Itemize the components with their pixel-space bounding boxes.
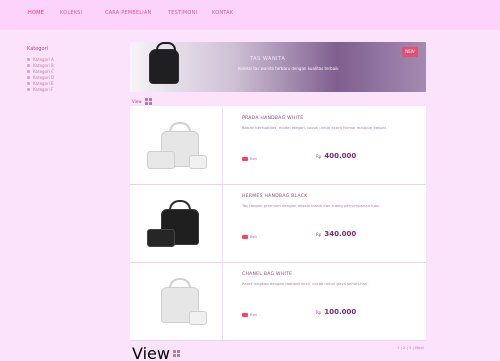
nav-cara-pembelian[interactable]: CARA PEMBELIAN [105,10,152,16]
banner-title: TAS WANITA [250,56,286,62]
handbag-icon [150,42,178,83]
bullet-icon [27,57,30,61]
price-value: 340.000 [324,230,357,238]
bottom-view-toggle[interactable]: View [132,344,180,361]
nav-kontak[interactable]: KONTAK [212,10,233,16]
promo-banner[interactable]: TAS WANITA Koleksi tas wanita terbaru de… [130,42,426,92]
banner-badge: NEW [402,47,418,57]
cart-icon [242,312,248,317]
price: Rp 100.000 [316,308,356,316]
cart-icon [242,234,248,239]
product-description: Bahan berkualitas, model elegan, cocok u… [242,125,387,130]
price-prefix: Rp [316,310,322,315]
product-title[interactable]: CHANEL BAG WHITE [242,272,420,277]
product-list: PRADA HANDBAG WHITE Bahan berkualitas, m… [130,106,426,341]
bullet-icon [27,75,30,79]
product-title[interactable]: HERMES HANDBAG BLACK [242,194,420,199]
product-row: CHANEL BAG WHITE Paket lengkap dengan do… [130,262,426,341]
sidebar-item-label: Kategori A [33,56,54,62]
sidebar-item-5[interactable]: Kategori F [27,86,107,92]
bag-small [189,155,207,169]
handbag-icon [143,117,209,173]
price-value: 100.000 [324,308,357,316]
cart-label: Beli [250,312,258,317]
grid-icon[interactable] [144,98,152,105]
product-row: HERMES HANDBAG BLACK Tas tangan premium … [130,184,426,263]
sidebar-item-label: Kategori C [33,68,54,74]
sidebar-item-label: Kategori E [33,80,54,86]
grid-icon[interactable] [172,350,180,357]
sidebar: Kategori Kategori A Kategori B Kategori … [27,46,107,92]
price: Rp 400.000 [316,152,356,160]
product-info: CHANEL BAG WHITE Paket lengkap dengan do… [242,272,420,317]
bullet-icon [27,87,30,91]
price: Rp 340.000 [316,230,356,238]
bag-small [189,311,207,325]
top-nav: HOME KOLEKSI CARA PEMBELIAN TESTIMONI KO… [0,0,500,30]
product-image[interactable] [130,106,223,184]
price-prefix: Rp [316,154,322,159]
product-image[interactable] [130,184,223,262]
cart-label: Beli [250,156,258,161]
nav-home[interactable]: HOME [28,10,44,16]
banner-subtitle: Koleksi tas wanita terbaru dengan kualit… [238,66,339,71]
product-description: Paket lengkap dengan dompet kecil, cocok… [242,281,369,286]
price-prefix: Rp [316,232,322,237]
handbag-icon [143,273,209,329]
pagination[interactable]: 1 | 2 | 3 | Next [397,345,424,350]
cart-label: Beli [250,234,258,239]
view-toggle[interactable]: View [132,98,152,105]
nav-testimoni[interactable]: TESTIMONI [168,10,197,16]
bag-clutch [147,151,175,169]
bullet-icon [27,81,30,85]
sidebar-title: Kategori [27,46,48,52]
main-content: TAS WANITA Koleksi tas wanita terbaru de… [130,42,430,361]
product-title[interactable]: PRADA HANDBAG WHITE [242,116,420,121]
product-image[interactable] [130,262,223,340]
sidebar-item-label: Kategori D [33,74,55,80]
price-value: 400.000 [324,152,357,160]
sidebar-item-label: Kategori B [33,62,54,68]
sidebar-item-label: Kategori F [33,86,54,92]
product-row: PRADA HANDBAG WHITE Bahan berkualitas, m… [130,106,426,185]
handbag-icon [143,195,209,251]
nav-koleksi[interactable]: KOLEKSI [60,10,82,16]
bullet-icon [27,69,30,73]
view-label: View [132,99,142,104]
add-to-cart-button[interactable]: Beli [242,234,257,239]
bullet-icon [27,63,30,67]
product-info: PRADA HANDBAG WHITE Bahan berkualitas, m… [242,116,420,161]
bag-clutch [147,229,175,247]
cart-icon [242,156,248,161]
product-info: HERMES HANDBAG BLACK Tas tangan premium … [242,194,420,239]
add-to-cart-button[interactable]: Beli [242,312,257,317]
product-description: Tas tangan premium dengan desain klasik … [242,203,381,208]
add-to-cart-button[interactable]: Beli [242,156,257,161]
view-label: View [132,344,170,361]
